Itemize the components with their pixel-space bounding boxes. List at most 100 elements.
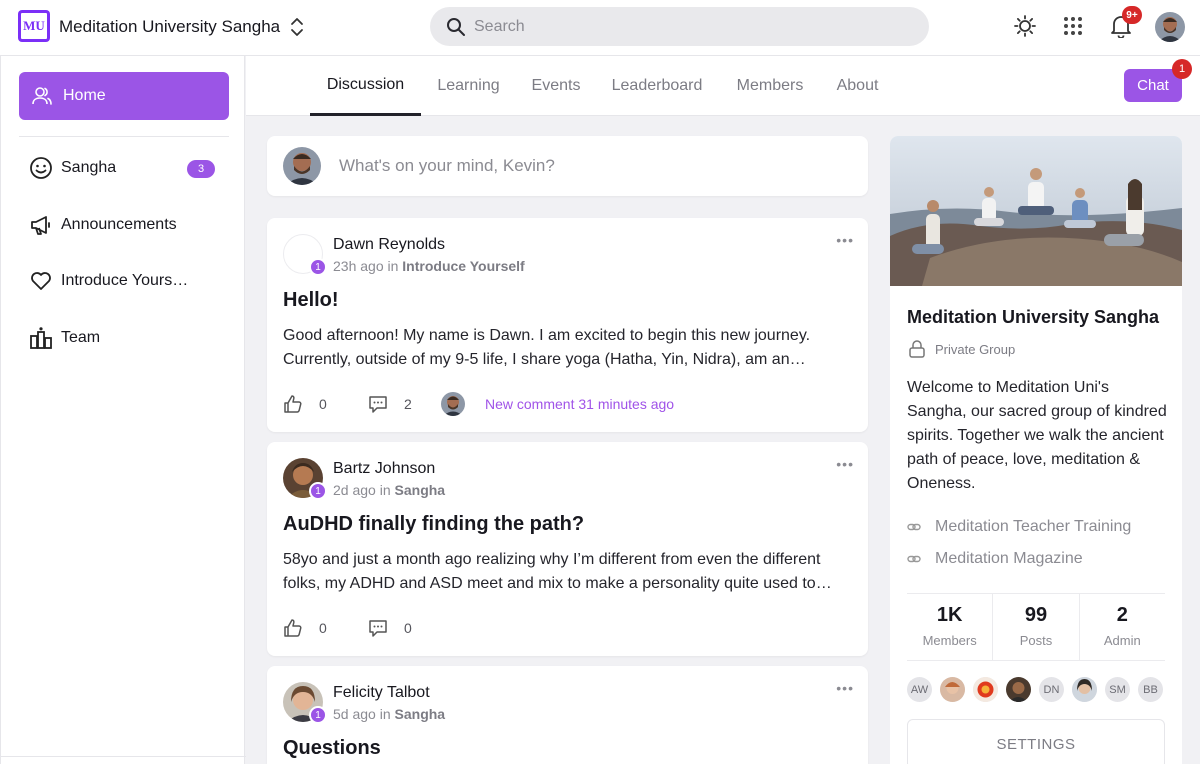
divider xyxy=(19,136,229,137)
member-avatar[interactable]: AW xyxy=(907,677,932,702)
new-comment-link[interactable]: New comment 31 minutes ago xyxy=(441,392,674,416)
member-avatar[interactable]: SM xyxy=(1105,677,1130,702)
post-title[interactable]: AuDHD finally finding the path? xyxy=(283,513,584,536)
like-button[interactable]: 0 xyxy=(283,616,327,640)
avatar xyxy=(283,147,321,185)
comment-count: 2 xyxy=(404,396,412,412)
stat-members[interactable]: 1K Members xyxy=(907,594,992,660)
link-magazine[interactable]: Meditation Magazine xyxy=(907,550,1083,568)
post-category[interactable]: Introduce Yourself xyxy=(402,258,524,274)
post-time: 2d ago xyxy=(333,482,376,498)
like-button[interactable]: 0 xyxy=(283,392,327,416)
sidebar-item-sangha[interactable]: Sangha 3 xyxy=(19,146,229,190)
stat-label: Members xyxy=(922,633,977,648)
more-options-icon[interactable]: ••• xyxy=(836,456,854,472)
sidebar-item-announcements[interactable]: Announcements xyxy=(19,203,229,247)
tab-members[interactable]: Members xyxy=(730,56,810,116)
post-time: 5d ago xyxy=(333,706,376,722)
tab-about[interactable]: About xyxy=(830,56,885,116)
search-input[interactable] xyxy=(474,7,914,46)
comment-button[interactable]: 2 xyxy=(368,392,412,416)
stat-label: Admin xyxy=(1103,633,1141,648)
sidebar: Home Sangha 3 Announcements Introduce Yo… xyxy=(0,56,246,764)
member-avatars: AW DN SM BB xyxy=(907,677,1171,702)
user-avatar[interactable] xyxy=(1155,12,1185,42)
sidebar-item-team[interactable]: Team xyxy=(19,316,229,360)
more-options-icon[interactable]: ••• xyxy=(836,680,854,696)
top-bar: MU Meditation University Sangha 9+ xyxy=(0,0,1200,56)
level-badge: 1 xyxy=(309,706,327,724)
group-description: Welcome to Meditation Uni's Sangha, our … xyxy=(907,379,1167,492)
group-privacy: Private Group xyxy=(907,339,1015,359)
comment-button[interactable]: 0 xyxy=(368,616,412,640)
sidebar-item-label: Introduce Yours… xyxy=(61,272,189,289)
post-author[interactable]: Felicity Talbot xyxy=(333,684,430,702)
comment-icon xyxy=(368,618,388,638)
tab-events[interactable]: Events xyxy=(526,56,586,116)
megaphone-icon xyxy=(29,213,53,237)
post-title[interactable]: Hello! xyxy=(283,289,339,312)
link-label: Meditation Magazine xyxy=(935,550,1083,567)
post-author[interactable]: Dawn Reynolds xyxy=(333,236,445,254)
thumbs-up-icon xyxy=(283,394,303,414)
post-card[interactable]: 1 Bartz Johnson 2d ago in Sangha ••• AuD… xyxy=(267,442,868,656)
post-actions: 0 0 xyxy=(283,616,863,640)
member-avatar[interactable] xyxy=(1006,677,1031,702)
post-category[interactable]: Sangha xyxy=(395,482,446,498)
chevron-updown-icon[interactable] xyxy=(288,15,306,44)
post-meta: 5d ago in Sangha xyxy=(333,706,445,722)
app-title[interactable]: Meditation University Sangha xyxy=(59,17,280,37)
post-meta: 2d ago in Sangha xyxy=(333,482,445,498)
apps-grid-icon[interactable] xyxy=(1062,14,1084,43)
post-card[interactable]: 1 Felicity Talbot 5d ago in Sangha ••• Q… xyxy=(267,666,868,764)
like-count: 0 xyxy=(319,620,327,636)
comment-icon xyxy=(368,394,388,414)
sidebar-item-home[interactable]: Home xyxy=(19,72,229,120)
notification-badge: 9+ xyxy=(1122,6,1142,24)
stat-value: 99 xyxy=(1024,604,1048,626)
post-meta: 23h ago in Introduce Yourself xyxy=(333,258,525,274)
level-badge: 1 xyxy=(309,482,327,500)
post-author[interactable]: Bartz Johnson xyxy=(333,460,435,478)
link-label: Meditation Teacher Training xyxy=(935,518,1132,535)
like-count: 0 xyxy=(319,396,327,412)
group-name: Meditation University Sangha xyxy=(907,307,1160,327)
post-category[interactable]: Sangha xyxy=(395,706,446,722)
search-bar[interactable] xyxy=(430,7,929,46)
sidebar-item-label: Announcements xyxy=(61,216,177,233)
sidebar-item-introduce-yourself[interactable]: Introduce Yours… xyxy=(19,259,229,303)
post-card[interactable]: 1 Dawn Reynolds 23h ago in Introduce You… xyxy=(267,218,868,432)
sun-icon[interactable] xyxy=(1013,14,1037,43)
member-avatar[interactable]: BB xyxy=(1138,677,1163,702)
post-in: in xyxy=(387,258,399,274)
level-badge: 1 xyxy=(309,258,327,276)
tab-leaderboard[interactable]: Leaderboard xyxy=(606,56,708,116)
link-teacher-training[interactable]: Meditation Teacher Training xyxy=(907,518,1131,536)
settings-button[interactable]: SETTINGS xyxy=(907,719,1165,764)
post-body: 58yo and just a month ago realizing why … xyxy=(283,551,832,592)
member-avatar[interactable] xyxy=(1072,677,1097,702)
logo-text: MU xyxy=(20,12,48,40)
stat-posts[interactable]: 99 Posts xyxy=(992,594,1078,660)
tab-discussion[interactable]: Discussion xyxy=(310,56,421,116)
member-avatar[interactable] xyxy=(973,677,998,702)
member-avatar[interactable]: DN xyxy=(1039,677,1064,702)
sidebar-item-label: Home xyxy=(63,87,106,104)
post-in: in xyxy=(379,706,391,722)
stat-admin[interactable]: 2 Admin xyxy=(1078,594,1165,660)
post-time: 23h ago xyxy=(333,258,384,274)
post-actions: 0 2 New comment 31 minutes ago xyxy=(283,392,863,416)
stat-label: Posts xyxy=(1019,633,1053,648)
post-composer[interactable]: What's on your mind, Kevin? xyxy=(267,136,868,196)
group-stats: 1K Members 99 Posts 2 Admin xyxy=(907,593,1165,661)
lock-icon xyxy=(907,339,927,359)
stat-value: 2 xyxy=(1116,604,1128,626)
post-title[interactable]: Questions xyxy=(283,737,381,760)
more-options-icon[interactable]: ••• xyxy=(836,232,854,248)
sidebar-item-label: Team xyxy=(61,329,101,346)
unread-badge: 3 xyxy=(187,160,215,178)
group-logo[interactable]: MU xyxy=(18,10,50,42)
member-avatar[interactable] xyxy=(940,677,965,702)
tab-learning[interactable]: Learning xyxy=(430,56,507,116)
team-icon xyxy=(29,326,53,350)
